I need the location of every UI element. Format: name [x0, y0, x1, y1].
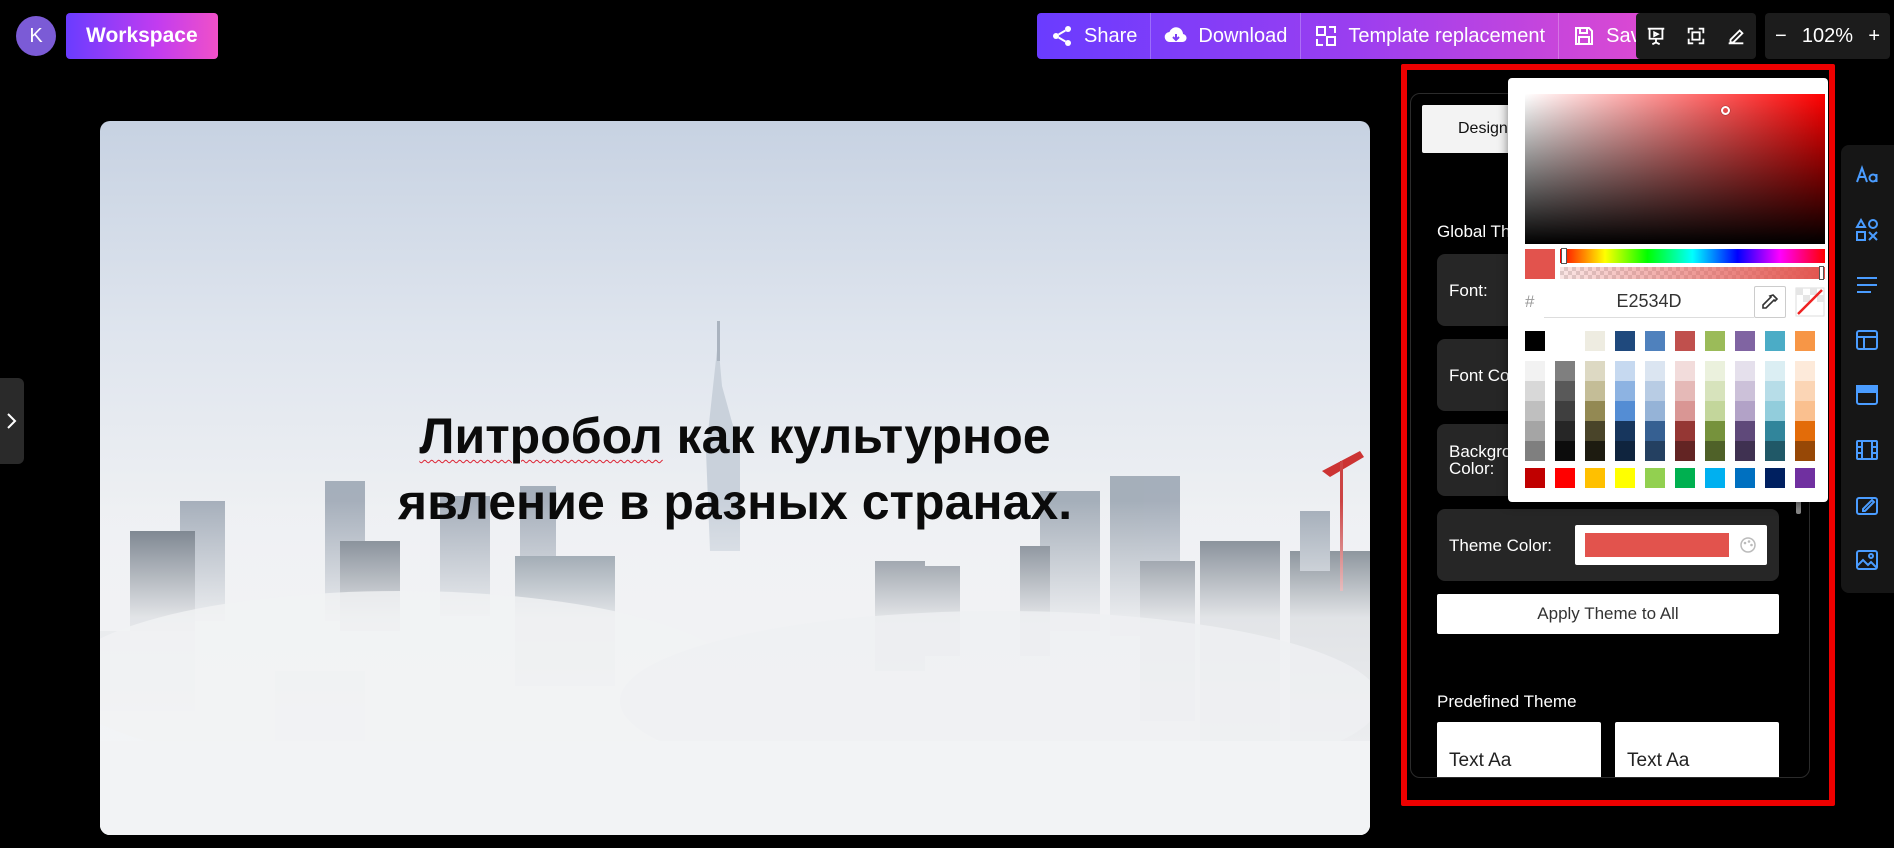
align-icon: [1857, 277, 1877, 293]
template-icon: [1316, 26, 1337, 46]
fullscreen-button[interactable]: [1676, 13, 1716, 59]
edit-button[interactable]: [1716, 13, 1756, 59]
action-toolbar: Share Download Template replacement Save: [1037, 13, 1665, 59]
film-icon: [1856, 440, 1878, 460]
slide-title-line1: как культурное: [662, 408, 1051, 464]
template-replacement-label: Template replacement: [1348, 24, 1546, 47]
cloud-download-icon: [1165, 27, 1187, 43]
chevron-right-icon: [7, 413, 17, 429]
rail-background-button[interactable]: [1852, 380, 1882, 410]
avatar[interactable]: K: [16, 16, 56, 56]
zoom-in-button[interactable]: +: [1868, 25, 1880, 48]
text-style-icon: [1856, 165, 1878, 183]
rail-shapes-button[interactable]: [1852, 215, 1882, 245]
right-tool-rail: [1841, 145, 1894, 593]
misspelled-word: Литробол: [419, 408, 663, 464]
rail-image-button[interactable]: [1852, 545, 1882, 575]
slide-title[interactable]: Литробол как культурное явление в разных…: [100, 403, 1370, 535]
floppy-icon: [1575, 27, 1594, 45]
zoom-out-button[interactable]: −: [1775, 25, 1787, 48]
highlight-outline: [1401, 64, 1835, 806]
fullscreen-icon: [1687, 27, 1705, 45]
edit-frame-icon: [1856, 497, 1878, 515]
share-label: Share: [1084, 24, 1138, 47]
slide-title-line2: явление в разных странах.: [397, 474, 1073, 530]
workspace-button[interactable]: Workspace: [66, 13, 218, 59]
share-button[interactable]: Share: [1037, 13, 1152, 59]
background-icon: [1856, 385, 1878, 405]
rail-text-button[interactable]: [1852, 160, 1882, 190]
rail-align-button[interactable]: [1852, 270, 1882, 300]
zoom-control: − 102% +: [1765, 13, 1890, 59]
layout-icon: [1856, 330, 1878, 350]
share-icon: [1053, 26, 1071, 46]
image-icon: [1856, 550, 1878, 570]
presentation-icon: [1647, 27, 1665, 46]
view-tools: [1636, 13, 1756, 59]
rail-media-button[interactable]: [1852, 435, 1882, 465]
rail-layout-button[interactable]: [1852, 325, 1882, 355]
pencil-icon: [1728, 29, 1744, 45]
download-label: Download: [1198, 24, 1288, 47]
zoom-level: 102%: [1801, 24, 1854, 47]
shapes-icon: [1855, 217, 1878, 241]
template-replacement-button[interactable]: Template replacement: [1301, 13, 1560, 59]
slide-canvas[interactable]: Литробол как культурное явление в разных…: [100, 121, 1370, 835]
expand-left-panel-button[interactable]: [0, 378, 24, 464]
download-button[interactable]: Download: [1151, 13, 1302, 59]
rail-edit-button[interactable]: [1852, 490, 1882, 520]
present-button[interactable]: [1636, 13, 1676, 59]
